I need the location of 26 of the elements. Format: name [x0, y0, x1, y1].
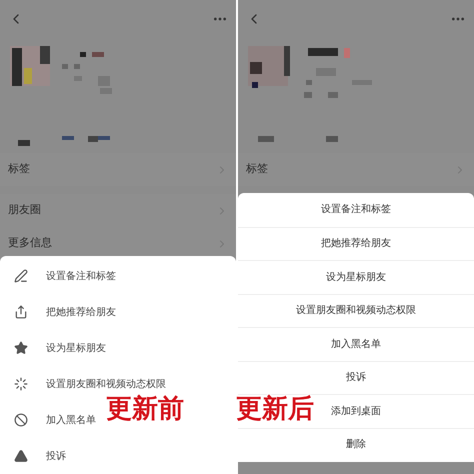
sheet-item[interactable]: 加入黑名单: [331, 336, 381, 352]
dotted-circle-icon: [14, 377, 28, 391]
sheet-item[interactable]: 投诉: [46, 448, 66, 464]
row-label: 更多信息: [8, 235, 52, 252]
sheet-item[interactable]: 设置朋友圈和视频动态权限: [296, 303, 416, 318]
sheet-item[interactable]: 设为星标朋友: [326, 270, 386, 285]
sheet-item[interactable]: 投诉: [346, 370, 366, 386]
pencil-icon: [14, 269, 28, 283]
caption-overlay: 更新后: [236, 396, 314, 422]
sheet-item[interactable]: 设置备注和标签: [46, 268, 116, 284]
sheet-item[interactable]: 删除: [346, 437, 366, 452]
row-label: 标签: [8, 161, 30, 178]
sheet-item[interactable]: 设为星标朋友: [46, 340, 106, 356]
share-icon: [14, 305, 28, 319]
ban-icon: [14, 413, 28, 427]
sheet-item[interactable]: 加入黑名单: [46, 412, 96, 428]
sheet-item[interactable]: 把她推荐给朋友: [46, 304, 116, 320]
caption-overlay: 更新前: [106, 396, 184, 422]
row-label: 朋友圈: [8, 202, 41, 218]
sheet-item[interactable]: 设置备注和标签: [321, 202, 391, 218]
sheet-item[interactable]: 设置朋友圈和视频动态权限: [46, 376, 166, 392]
star-icon: [14, 341, 28, 355]
warning-icon: [14, 449, 28, 463]
sheet-item[interactable]: 添加到桌面: [331, 404, 381, 419]
row-label: 标签: [246, 161, 268, 178]
sheet-item[interactable]: 把她推荐给朋友: [321, 236, 391, 252]
